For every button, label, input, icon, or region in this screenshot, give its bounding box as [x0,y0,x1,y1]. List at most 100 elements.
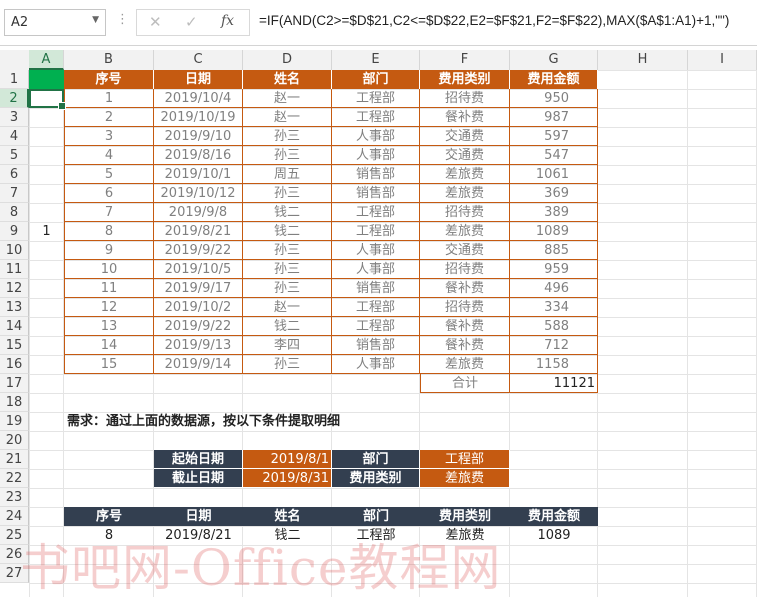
table-cell[interactable]: 369 [510,184,598,203]
total-value[interactable]: 11121 [510,374,598,393]
table-cell[interactable]: 2019/9/17 [154,279,243,298]
cell-a1[interactable] [29,70,64,89]
table-cell[interactable]: 工程部 [332,89,420,108]
row-header-26[interactable]: 26 [0,545,29,564]
table-cell[interactable]: 14 [64,336,154,355]
table-cell[interactable]: 2019/10/19 [154,108,243,127]
insert-function-icon[interactable]: fx [221,13,234,29]
row-header-19[interactable]: 19 [0,412,29,431]
table-cell[interactable]: 13 [64,317,154,336]
criteria-label[interactable]: 部门 [332,450,420,469]
row-header-8[interactable]: 8 [0,203,29,222]
helper-index-cell[interactable]: 1 [29,222,64,241]
result-cell[interactable]: 钱二 [243,526,332,545]
table-header-cell[interactable]: 部门 [332,70,420,89]
column-header-g[interactable]: G [510,50,598,70]
table-cell[interactable]: 孙三 [243,184,332,203]
table-cell[interactable]: 人事部 [332,260,420,279]
table-cell[interactable]: 496 [510,279,598,298]
cancel-icon[interactable]: ✕ [149,13,162,31]
row-header-23[interactable]: 23 [0,488,29,507]
table-cell[interactable]: 招待费 [420,203,510,222]
active-cell-selection[interactable] [29,89,66,110]
table-cell[interactable]: 4 [64,146,154,165]
table-cell[interactable]: 赵一 [243,108,332,127]
table-cell[interactable]: 差旅费 [420,355,510,374]
table-cell[interactable]: 2019/10/4 [154,89,243,108]
result-cell[interactable]: 工程部 [332,526,420,545]
table-cell[interactable]: 959 [510,260,598,279]
table-cell[interactable]: 钱二 [243,203,332,222]
table-cell[interactable]: 李四 [243,336,332,355]
chevron-down-icon[interactable]: ▼ [92,15,99,25]
row-header-13[interactable]: 13 [0,298,29,317]
column-header-e[interactable]: E [332,50,420,70]
criteria-value[interactable]: 工程部 [420,450,510,469]
table-cell[interactable]: 孙三 [243,241,332,260]
column-header-c[interactable]: C [154,50,243,70]
row-header-7[interactable]: 7 [0,184,29,203]
table-cell[interactable]: 334 [510,298,598,317]
table-cell[interactable]: 2019/10/2 [154,298,243,317]
table-cell[interactable]: 孙三 [243,260,332,279]
table-cell[interactable]: 2019/9/8 [154,203,243,222]
table-cell[interactable]: 差旅费 [420,222,510,241]
total-label[interactable]: 合计 [420,374,510,393]
table-cell[interactable]: 交通费 [420,127,510,146]
table-cell[interactable]: 招待费 [420,298,510,317]
criteria-value[interactable]: 2019/8/1 [243,450,332,469]
table-cell[interactable]: 2019/9/22 [154,241,243,260]
table-cell[interactable]: 餐补费 [420,336,510,355]
table-header-cell[interactable]: 日期 [154,70,243,89]
table-cell[interactable]: 8 [64,222,154,241]
table-cell[interactable]: 2019/10/5 [154,260,243,279]
table-cell[interactable]: 孙三 [243,355,332,374]
row-header-12[interactable]: 12 [0,279,29,298]
table-cell[interactable]: 差旅费 [420,165,510,184]
table-cell[interactable]: 销售部 [332,336,420,355]
table-cell[interactable]: 餐补费 [420,108,510,127]
row-header-15[interactable]: 15 [0,336,29,355]
result-header-cell[interactable]: 费用金额 [510,507,598,526]
table-cell[interactable]: 389 [510,203,598,222]
table-cell[interactable]: 销售部 [332,165,420,184]
table-cell[interactable]: 597 [510,127,598,146]
row-header-11[interactable]: 11 [0,260,29,279]
table-cell[interactable]: 工程部 [332,222,420,241]
column-header-d[interactable]: D [243,50,332,70]
row-header-27[interactable]: 27 [0,564,29,583]
column-header-b[interactable]: B [64,50,154,70]
table-cell[interactable]: 餐补费 [420,279,510,298]
table-cell[interactable]: 周五 [243,165,332,184]
table-cell[interactable]: 2019/8/21 [154,222,243,241]
result-header-cell[interactable]: 姓名 [243,507,332,526]
row-header-9[interactable]: 9 [0,222,29,241]
table-cell[interactable]: 987 [510,108,598,127]
table-cell[interactable]: 2019/9/10 [154,127,243,146]
criteria-label[interactable]: 截止日期 [154,469,243,488]
table-cell[interactable]: 1061 [510,165,598,184]
table-cell[interactable]: 588 [510,317,598,336]
criteria-label[interactable]: 费用类别 [332,469,420,488]
table-cell[interactable]: 差旅费 [420,184,510,203]
criteria-label[interactable]: 起始日期 [154,450,243,469]
table-cell[interactable]: 销售部 [332,184,420,203]
table-cell[interactable]: 人事部 [332,146,420,165]
table-cell[interactable]: 工程部 [332,298,420,317]
result-cell[interactable]: 2019/8/21 [154,526,243,545]
table-cell[interactable]: 人事部 [332,241,420,260]
result-header-cell[interactable]: 日期 [154,507,243,526]
table-cell[interactable]: 950 [510,89,598,108]
table-cell[interactable]: 钱二 [243,317,332,336]
table-cell[interactable]: 2 [64,108,154,127]
table-cell[interactable]: 工程部 [332,203,420,222]
row-header-16[interactable]: 16 [0,355,29,374]
row-header-5[interactable]: 5 [0,146,29,165]
table-cell[interactable]: 工程部 [332,317,420,336]
table-cell[interactable]: 销售部 [332,279,420,298]
table-cell[interactable]: 赵一 [243,298,332,317]
formula-input[interactable]: =IF(AND(C2>=$D$21,C2<=$D$22,E2=$F$21,F2=… [259,13,729,28]
table-cell[interactable]: 人事部 [332,355,420,374]
row-header-18[interactable]: 18 [0,393,29,412]
criteria-value[interactable]: 2019/8/31 [243,469,332,488]
